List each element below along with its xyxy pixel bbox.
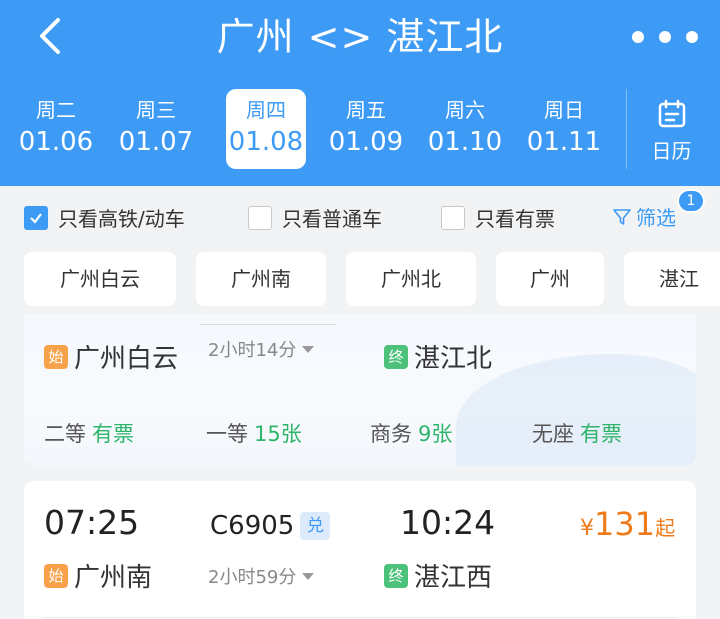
calendar-button[interactable]: 日历 xyxy=(626,89,716,169)
date-value: 01.10 xyxy=(427,127,503,157)
date-tab[interactable]: 周六 01.10 xyxy=(425,89,505,169)
more-dots-icon xyxy=(632,31,644,43)
arrival-station-name: 湛江北 xyxy=(414,344,493,374)
arrival-station: 终 湛江北 xyxy=(384,338,492,375)
date-value: 01.09 xyxy=(328,127,404,157)
date-weekday: 周三 xyxy=(136,98,176,122)
date-tab-selected[interactable]: 周四 01.08 xyxy=(226,89,306,169)
filter-label: 筛选 xyxy=(636,206,676,230)
train-number-text: C6905 xyxy=(210,511,295,541)
funnel-icon xyxy=(613,208,631,225)
date-weekday: 周六 xyxy=(445,98,485,122)
checkbox-empty-icon xyxy=(441,205,465,230)
date-weekday: 周日 xyxy=(544,98,584,122)
more-button[interactable] xyxy=(632,22,698,52)
departure-station: 始 广州白云 xyxy=(44,338,178,375)
filter-regular-checkbox[interactable]: 只看普通车 xyxy=(248,203,382,232)
header-bar: 广州 <> 湛江北 周二 01.06 周三 01.07 周四 01.08 周五 … xyxy=(0,0,720,186)
seat-availability: 有票 xyxy=(92,422,134,446)
price-suffix: 起 xyxy=(655,516,676,540)
price: ¥131起 xyxy=(580,505,675,543)
caret-down-icon xyxy=(302,345,315,353)
filter-bar: 只看高铁/动车 只看普通车 只看有票 筛选 xyxy=(0,186,720,246)
seat-class: 无座 xyxy=(532,422,574,446)
caret-down-icon xyxy=(302,572,315,580)
date-selector: 周二 01.06 周三 01.07 周四 01.08 周五 01.09 周六 0… xyxy=(16,89,616,169)
departure-station: 始 广州南 xyxy=(44,557,152,594)
arrival-station-name: 湛江西 xyxy=(414,563,493,593)
end-tag: 终 xyxy=(384,344,408,369)
duration-text: 2小时59分 xyxy=(208,567,297,588)
departure-station-name: 广州南 xyxy=(74,563,153,593)
checkbox-checked-icon xyxy=(24,205,48,230)
date-value: 01.07 xyxy=(118,127,194,157)
more-dot xyxy=(686,31,698,43)
seat-class: 二等 xyxy=(44,422,86,446)
station-chip[interactable]: 广州白云 xyxy=(24,252,176,306)
train-number: C6905 兑 xyxy=(210,511,331,541)
exchange-tag: 兑 xyxy=(300,512,331,540)
date-weekday: 周二 xyxy=(36,98,76,122)
filter-available-label: 只看有票 xyxy=(475,207,555,231)
divider xyxy=(44,617,676,618)
station-chip[interactable]: 广州北 xyxy=(346,252,476,306)
more-dot xyxy=(659,31,671,43)
date-tab[interactable]: 周二 01.06 xyxy=(16,89,96,169)
price-value: 131 xyxy=(594,505,656,543)
end-tag: 终 xyxy=(384,563,408,588)
date-value: 01.08 xyxy=(228,127,304,157)
train-card[interactable]: 始 广州白云 2小时14分 终 湛江北 二等 有票 一等 15张 商务 9张 无座 有票 xyxy=(24,314,696,466)
filter-high-speed-checkbox[interactable]: 只看高铁/动车 xyxy=(24,203,185,232)
date-value: 01.06 xyxy=(18,127,94,157)
filter-button[interactable]: 筛选 xyxy=(612,202,676,231)
arrival-station: 终 湛江西 xyxy=(384,557,492,594)
duration-text: 2小时14分 xyxy=(208,340,297,361)
station-chip[interactable]: 湛江 xyxy=(624,252,720,306)
station-chip[interactable]: 广州 xyxy=(496,252,604,306)
seat-availability: 15张 xyxy=(254,422,302,446)
checkbox-empty-icon xyxy=(248,205,272,230)
page-title: 广州 <> 湛江北 xyxy=(216,15,504,59)
duration[interactable]: 2小时59分 xyxy=(208,563,315,589)
seat-class: 一等 xyxy=(206,422,248,446)
seat-info: 一等 15张 xyxy=(206,418,302,448)
station-chip[interactable]: 广州南 xyxy=(196,252,326,306)
arrive-time: 10:24 xyxy=(400,503,496,542)
seat-info: 商务 9张 xyxy=(370,418,452,448)
train-card[interactable]: 07:25 C6905 兑 10:24 ¥131起 始 广州南 2小时59分 终… xyxy=(24,481,696,619)
departure-station-name: 广州白云 xyxy=(74,344,179,374)
seat-class: 商务 xyxy=(370,422,412,446)
divider xyxy=(200,324,336,325)
seat-availability: 有票 xyxy=(580,422,622,446)
date-tab[interactable]: 周日 01.11 xyxy=(524,89,604,169)
calendar-label: 日历 xyxy=(651,139,692,163)
depart-time: 07:25 xyxy=(44,503,140,542)
filter-regular-label: 只看普通车 xyxy=(282,207,382,231)
station-chips: 广州白云 广州南 广州北 广州 湛江 xyxy=(0,252,720,308)
start-tag: 始 xyxy=(44,344,68,369)
date-tab[interactable]: 周三 01.07 xyxy=(116,89,196,169)
date-tab[interactable]: 周五 01.09 xyxy=(326,89,406,169)
seat-info: 无座 有票 xyxy=(532,418,622,448)
date-value: 01.11 xyxy=(526,127,602,157)
calendar-icon xyxy=(658,99,685,128)
filter-high-speed-label: 只看高铁/动车 xyxy=(58,207,185,231)
price-symbol: ¥ xyxy=(580,516,594,541)
duration[interactable]: 2小时14分 xyxy=(208,336,315,362)
date-weekday: 周五 xyxy=(346,98,386,122)
date-weekday: 周四 xyxy=(246,98,286,122)
filter-count-badge: 1 xyxy=(677,189,705,213)
seat-availability: 9张 xyxy=(418,422,453,446)
seat-info: 二等 有票 xyxy=(44,418,134,448)
filter-available-checkbox[interactable]: 只看有票 xyxy=(441,203,555,232)
start-tag: 始 xyxy=(44,563,68,588)
